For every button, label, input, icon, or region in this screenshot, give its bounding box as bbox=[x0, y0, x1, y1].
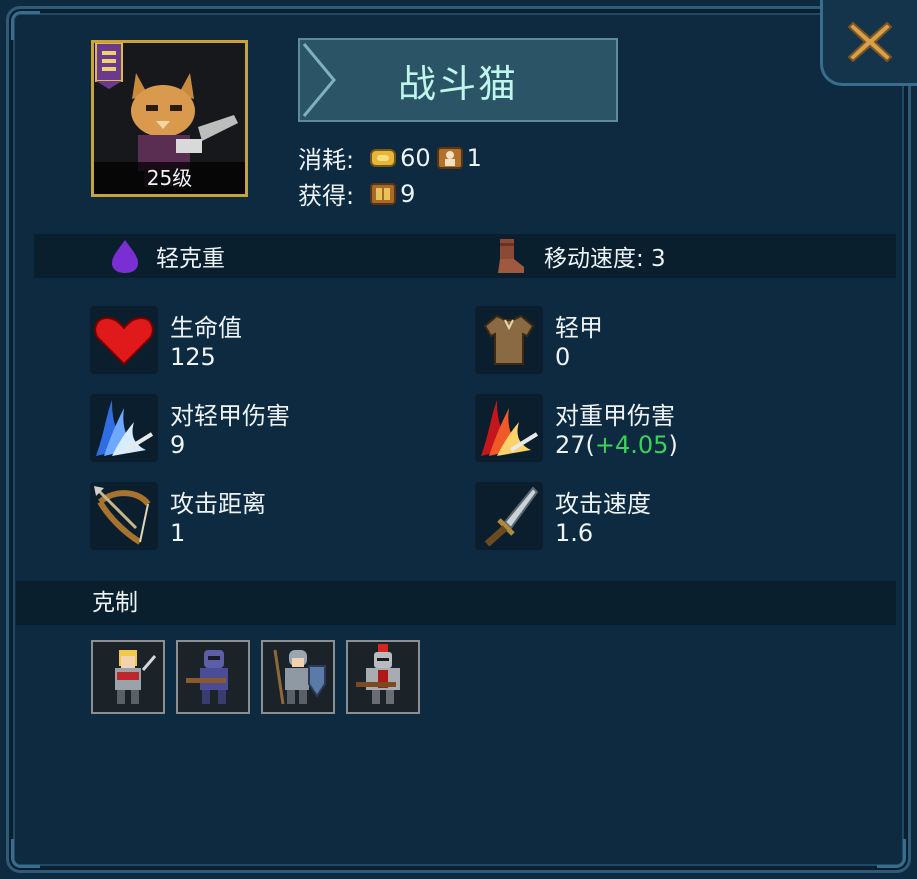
resource-chest-icon bbox=[370, 182, 397, 205]
stat-hp: 生命值 125 bbox=[90, 306, 450, 378]
stat-speed-value: 1.6 bbox=[555, 519, 594, 547]
boot-icon bbox=[498, 239, 524, 273]
move-speed: 移动速度: 3 bbox=[494, 234, 666, 278]
bow-icon-box bbox=[90, 482, 158, 550]
blue-claw-slash-icon bbox=[96, 400, 154, 456]
gain-value: 9 bbox=[400, 179, 416, 208]
heart-icon bbox=[94, 316, 154, 366]
stat-hp-value: 125 bbox=[170, 343, 216, 371]
frame-corner bbox=[11, 11, 40, 40]
cost-row: 消耗: 60 1 bbox=[298, 140, 482, 175]
gain-label: 获得: bbox=[298, 182, 355, 210]
counter-header: 克制 bbox=[16, 581, 896, 625]
counter-unit-shield-spearman[interactable] bbox=[261, 640, 335, 714]
population-icon bbox=[436, 146, 463, 169]
purple-drop-icon bbox=[112, 240, 138, 273]
counter-unit-blonde-knight[interactable] bbox=[91, 640, 165, 714]
blonde-knight-icon bbox=[115, 650, 157, 704]
unit-level: 25级 bbox=[94, 162, 245, 194]
close-x-icon bbox=[847, 21, 893, 62]
dmg-heavy-base: 27( bbox=[555, 431, 595, 459]
purple-crossbowman-icon bbox=[186, 650, 228, 704]
rank-banner-icon bbox=[95, 43, 123, 89]
move-speed-label: 移动速度: 3 bbox=[544, 246, 666, 272]
unit-traits-strip: 轻克重 移动速度: 3 bbox=[34, 234, 896, 278]
stat-armor: 轻甲 0 bbox=[475, 306, 835, 378]
close-button[interactable] bbox=[820, 0, 917, 86]
unit-info-panel: 25级 战斗猫 消耗: 60 1 获得: 9 轻克重 移动速度: 3 生命值 1… bbox=[0, 0, 917, 879]
stat-dmg-light-value: 9 bbox=[170, 431, 186, 459]
red-claw-slash-icon bbox=[481, 400, 539, 456]
leather-tunic-icon bbox=[483, 314, 535, 365]
stat-range: 攻击距离 1 bbox=[90, 482, 450, 554]
dmg-heavy-bonus: +4.05 bbox=[594, 431, 669, 459]
stat-dmg-light: 对轻甲伤害 9 bbox=[90, 394, 450, 466]
plate-chevron bbox=[302, 43, 336, 117]
cost-label: 消耗: bbox=[298, 146, 355, 174]
weight-class-label: 轻克重 bbox=[156, 246, 225, 272]
stat-speed: 攻击速度 1.6 bbox=[475, 482, 835, 554]
blue-slash-icon-box bbox=[90, 394, 158, 462]
gain-row: 获得: 9 bbox=[298, 176, 415, 211]
tunic-icon-box bbox=[475, 306, 543, 374]
stat-armor-name: 轻甲 bbox=[555, 314, 603, 342]
stat-hp-name: 生命值 bbox=[170, 314, 242, 342]
stat-dmg-light-name: 对轻甲伤害 bbox=[170, 402, 290, 430]
gold-coin-icon bbox=[370, 148, 397, 167]
dagger-icon-box bbox=[475, 482, 543, 550]
stat-range-value: 1 bbox=[170, 519, 186, 547]
dmg-heavy-close: ) bbox=[668, 431, 678, 459]
shield-spearman-icon bbox=[273, 649, 326, 705]
counter-unit-red-plumed-knight[interactable] bbox=[346, 640, 420, 714]
counter-label: 克制 bbox=[92, 590, 138, 616]
heart-icon-box bbox=[90, 306, 158, 374]
unit-name-plate: 战斗猫 bbox=[298, 38, 618, 122]
dagger-icon bbox=[484, 486, 539, 547]
frame-corner bbox=[11, 839, 40, 868]
stat-armor-value: 0 bbox=[555, 343, 571, 371]
counter-unit-purple-crossbowman[interactable] bbox=[176, 640, 250, 714]
weight-class: 轻克重 bbox=[110, 234, 225, 278]
red-slash-icon-box bbox=[475, 394, 543, 462]
unit-name: 战斗猫 bbox=[397, 61, 518, 106]
cost-population-value: 1 bbox=[466, 143, 482, 172]
stat-dmg-heavy-value: 27(+4.05) bbox=[555, 431, 678, 459]
bow-icon bbox=[94, 486, 151, 545]
frame-corner bbox=[877, 839, 906, 868]
stat-dmg-heavy: 对重甲伤害 27(+4.05) bbox=[475, 394, 835, 466]
red-plumed-knight-icon bbox=[356, 644, 400, 704]
stat-speed-name: 攻击速度 bbox=[555, 490, 651, 518]
cost-gold-value: 60 bbox=[400, 143, 431, 172]
stat-range-name: 攻击距离 bbox=[170, 490, 266, 518]
stat-dmg-heavy-name: 对重甲伤害 bbox=[555, 402, 675, 430]
unit-portrait: 25级 bbox=[91, 40, 248, 197]
